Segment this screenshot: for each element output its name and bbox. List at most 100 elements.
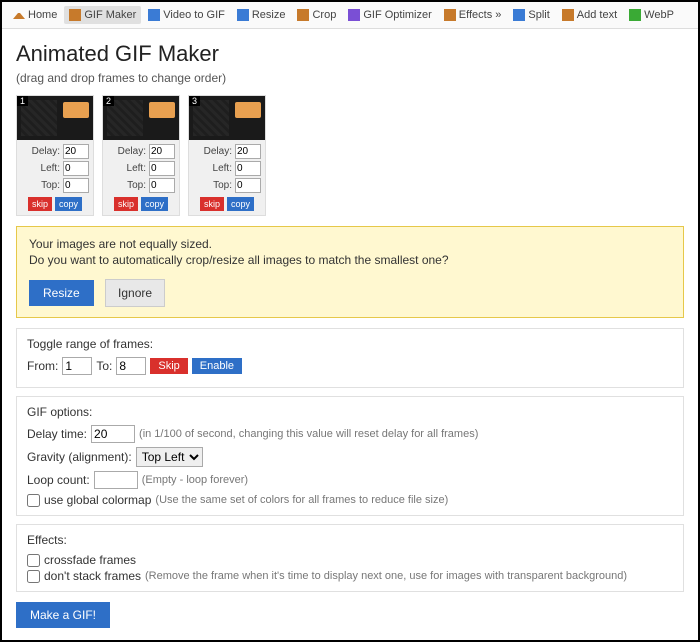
webp-icon — [629, 9, 641, 21]
toggle-enable-button[interactable]: Enable — [192, 358, 242, 374]
frames-row: 1 Delay: Left: Top: skip copy 2 Delay: L… — [16, 95, 684, 216]
nav-label: Resize — [252, 9, 286, 21]
top-label: Top: — [193, 180, 232, 191]
delay-input[interactable] — [149, 144, 175, 159]
top-input[interactable] — [235, 178, 261, 193]
nav-crop[interactable]: Crop — [292, 6, 341, 24]
nav-video[interactable]: Video to GIF — [143, 6, 230, 24]
nav-resize[interactable]: Resize — [232, 6, 291, 24]
frame-card[interactable]: 2 Delay: Left: Top: skip copy — [102, 95, 180, 216]
left-input[interactable] — [63, 161, 89, 176]
toggle-skip-button[interactable]: Skip — [150, 358, 187, 374]
crossfade-label: crossfade frames — [44, 553, 136, 567]
delay-time-hint: (in 1/100 of second, changing this value… — [139, 428, 478, 440]
make-gif-button[interactable]: Make a GIF! — [16, 602, 110, 628]
addtext-icon — [562, 9, 574, 21]
alert-ignore-button[interactable]: Ignore — [105, 279, 165, 307]
frame-skip-button[interactable]: skip — [200, 197, 224, 211]
gravity-label: Gravity (alignment): — [27, 450, 132, 464]
loop-count-label: Loop count: — [27, 473, 90, 487]
top-input[interactable] — [149, 178, 175, 193]
global-colormap-checkbox[interactable] — [27, 494, 40, 507]
nav-webp[interactable]: WebP — [624, 6, 679, 24]
stack-hint: (Remove the frame when it's time to disp… — [145, 570, 627, 582]
top-label: Top: — [21, 180, 60, 191]
nav-label: Effects » — [459, 9, 502, 21]
nav-label: Crop — [312, 9, 336, 21]
gif-options-section: GIF options: Delay time: (in 1/100 of se… — [16, 396, 684, 516]
gif-options-title: GIF options: — [27, 405, 673, 419]
video-icon — [148, 9, 160, 21]
gifmaker-icon — [69, 9, 81, 21]
frame-card[interactable]: 1 Delay: Left: Top: skip copy — [16, 95, 94, 216]
left-label: Left: — [107, 163, 146, 174]
delay-time-input[interactable] — [91, 425, 135, 443]
left-input[interactable] — [235, 161, 261, 176]
nav-addtext[interactable]: Add text — [557, 6, 622, 24]
top-nav: Home GIF Maker Video to GIF Resize Crop … — [2, 2, 698, 29]
global-colormap-hint: (Use the same set of colors for all fram… — [155, 494, 448, 506]
frame-copy-button[interactable]: copy — [227, 197, 254, 211]
nav-optimizer[interactable]: GIF Optimizer — [343, 6, 436, 24]
toggle-range-title: Toggle range of frames: — [27, 337, 673, 351]
page-title: Animated GIF Maker — [16, 41, 684, 67]
nav-label: WebP — [644, 9, 674, 21]
nav-label: GIF Maker — [84, 9, 136, 21]
effects-title: Effects: — [27, 533, 673, 547]
to-label: To: — [96, 359, 112, 373]
nav-label: Split — [528, 9, 549, 21]
left-label: Left: — [21, 163, 60, 174]
nav-gifmaker[interactable]: GIF Maker — [64, 6, 141, 24]
left-input[interactable] — [149, 161, 175, 176]
left-label: Left: — [193, 163, 232, 174]
nav-split[interactable]: Split — [508, 6, 554, 24]
frame-thumbnail[interactable] — [189, 96, 265, 140]
frame-skip-button[interactable]: skip — [28, 197, 52, 211]
delay-input[interactable] — [235, 144, 261, 159]
frame-thumbnail[interactable] — [17, 96, 93, 140]
crop-icon — [297, 9, 309, 21]
nav-label: Home — [28, 9, 57, 21]
home-icon — [13, 7, 25, 19]
frame-thumbnail[interactable] — [103, 96, 179, 140]
stack-label: don't stack frames — [44, 569, 141, 583]
delay-label: Delay: — [21, 146, 60, 157]
gravity-select[interactable]: Top Left — [136, 447, 203, 467]
frame-number: 2 — [103, 96, 114, 106]
resize-icon — [237, 9, 249, 21]
resize-alert: Your images are not equally sized. Do yo… — [16, 226, 684, 318]
frame-number: 3 — [189, 96, 200, 106]
nav-label: GIF Optimizer — [363, 9, 431, 21]
alert-line1: Your images are not equally sized. — [29, 237, 671, 251]
global-colormap-label: use global colormap — [44, 493, 151, 507]
alert-resize-button[interactable]: Resize — [29, 280, 94, 306]
split-icon — [513, 9, 525, 21]
nav-label: Video to GIF — [163, 9, 225, 21]
delay-time-label: Delay time: — [27, 427, 87, 441]
delay-label: Delay: — [107, 146, 146, 157]
top-input[interactable] — [63, 178, 89, 193]
loop-count-input[interactable] — [94, 471, 138, 489]
from-label: From: — [27, 359, 58, 373]
from-input[interactable] — [62, 357, 92, 375]
delay-input[interactable] — [63, 144, 89, 159]
optimizer-icon — [348, 9, 360, 21]
page-subtitle: (drag and drop frames to change order) — [16, 71, 684, 85]
effects-icon — [444, 9, 456, 21]
nav-label: Add text — [577, 9, 617, 21]
frame-skip-button[interactable]: skip — [114, 197, 138, 211]
nav-home[interactable]: Home — [8, 6, 62, 24]
loop-count-hint: (Empty - loop forever) — [142, 474, 248, 486]
nav-effects[interactable]: Effects » — [439, 6, 507, 24]
effects-section: Effects: crossfade frames don't stack fr… — [16, 524, 684, 592]
toggle-range-section: Toggle range of frames: From: To: Skip E… — [16, 328, 684, 388]
crossfade-checkbox[interactable] — [27, 554, 40, 567]
frame-copy-button[interactable]: copy — [141, 197, 168, 211]
stack-checkbox[interactable] — [27, 570, 40, 583]
frame-copy-button[interactable]: copy — [55, 197, 82, 211]
frame-card[interactable]: 3 Delay: Left: Top: skip copy — [188, 95, 266, 216]
alert-line2: Do you want to automatically crop/resize… — [29, 253, 671, 267]
frame-number: 1 — [17, 96, 28, 106]
to-input[interactable] — [116, 357, 146, 375]
top-label: Top: — [107, 180, 146, 191]
